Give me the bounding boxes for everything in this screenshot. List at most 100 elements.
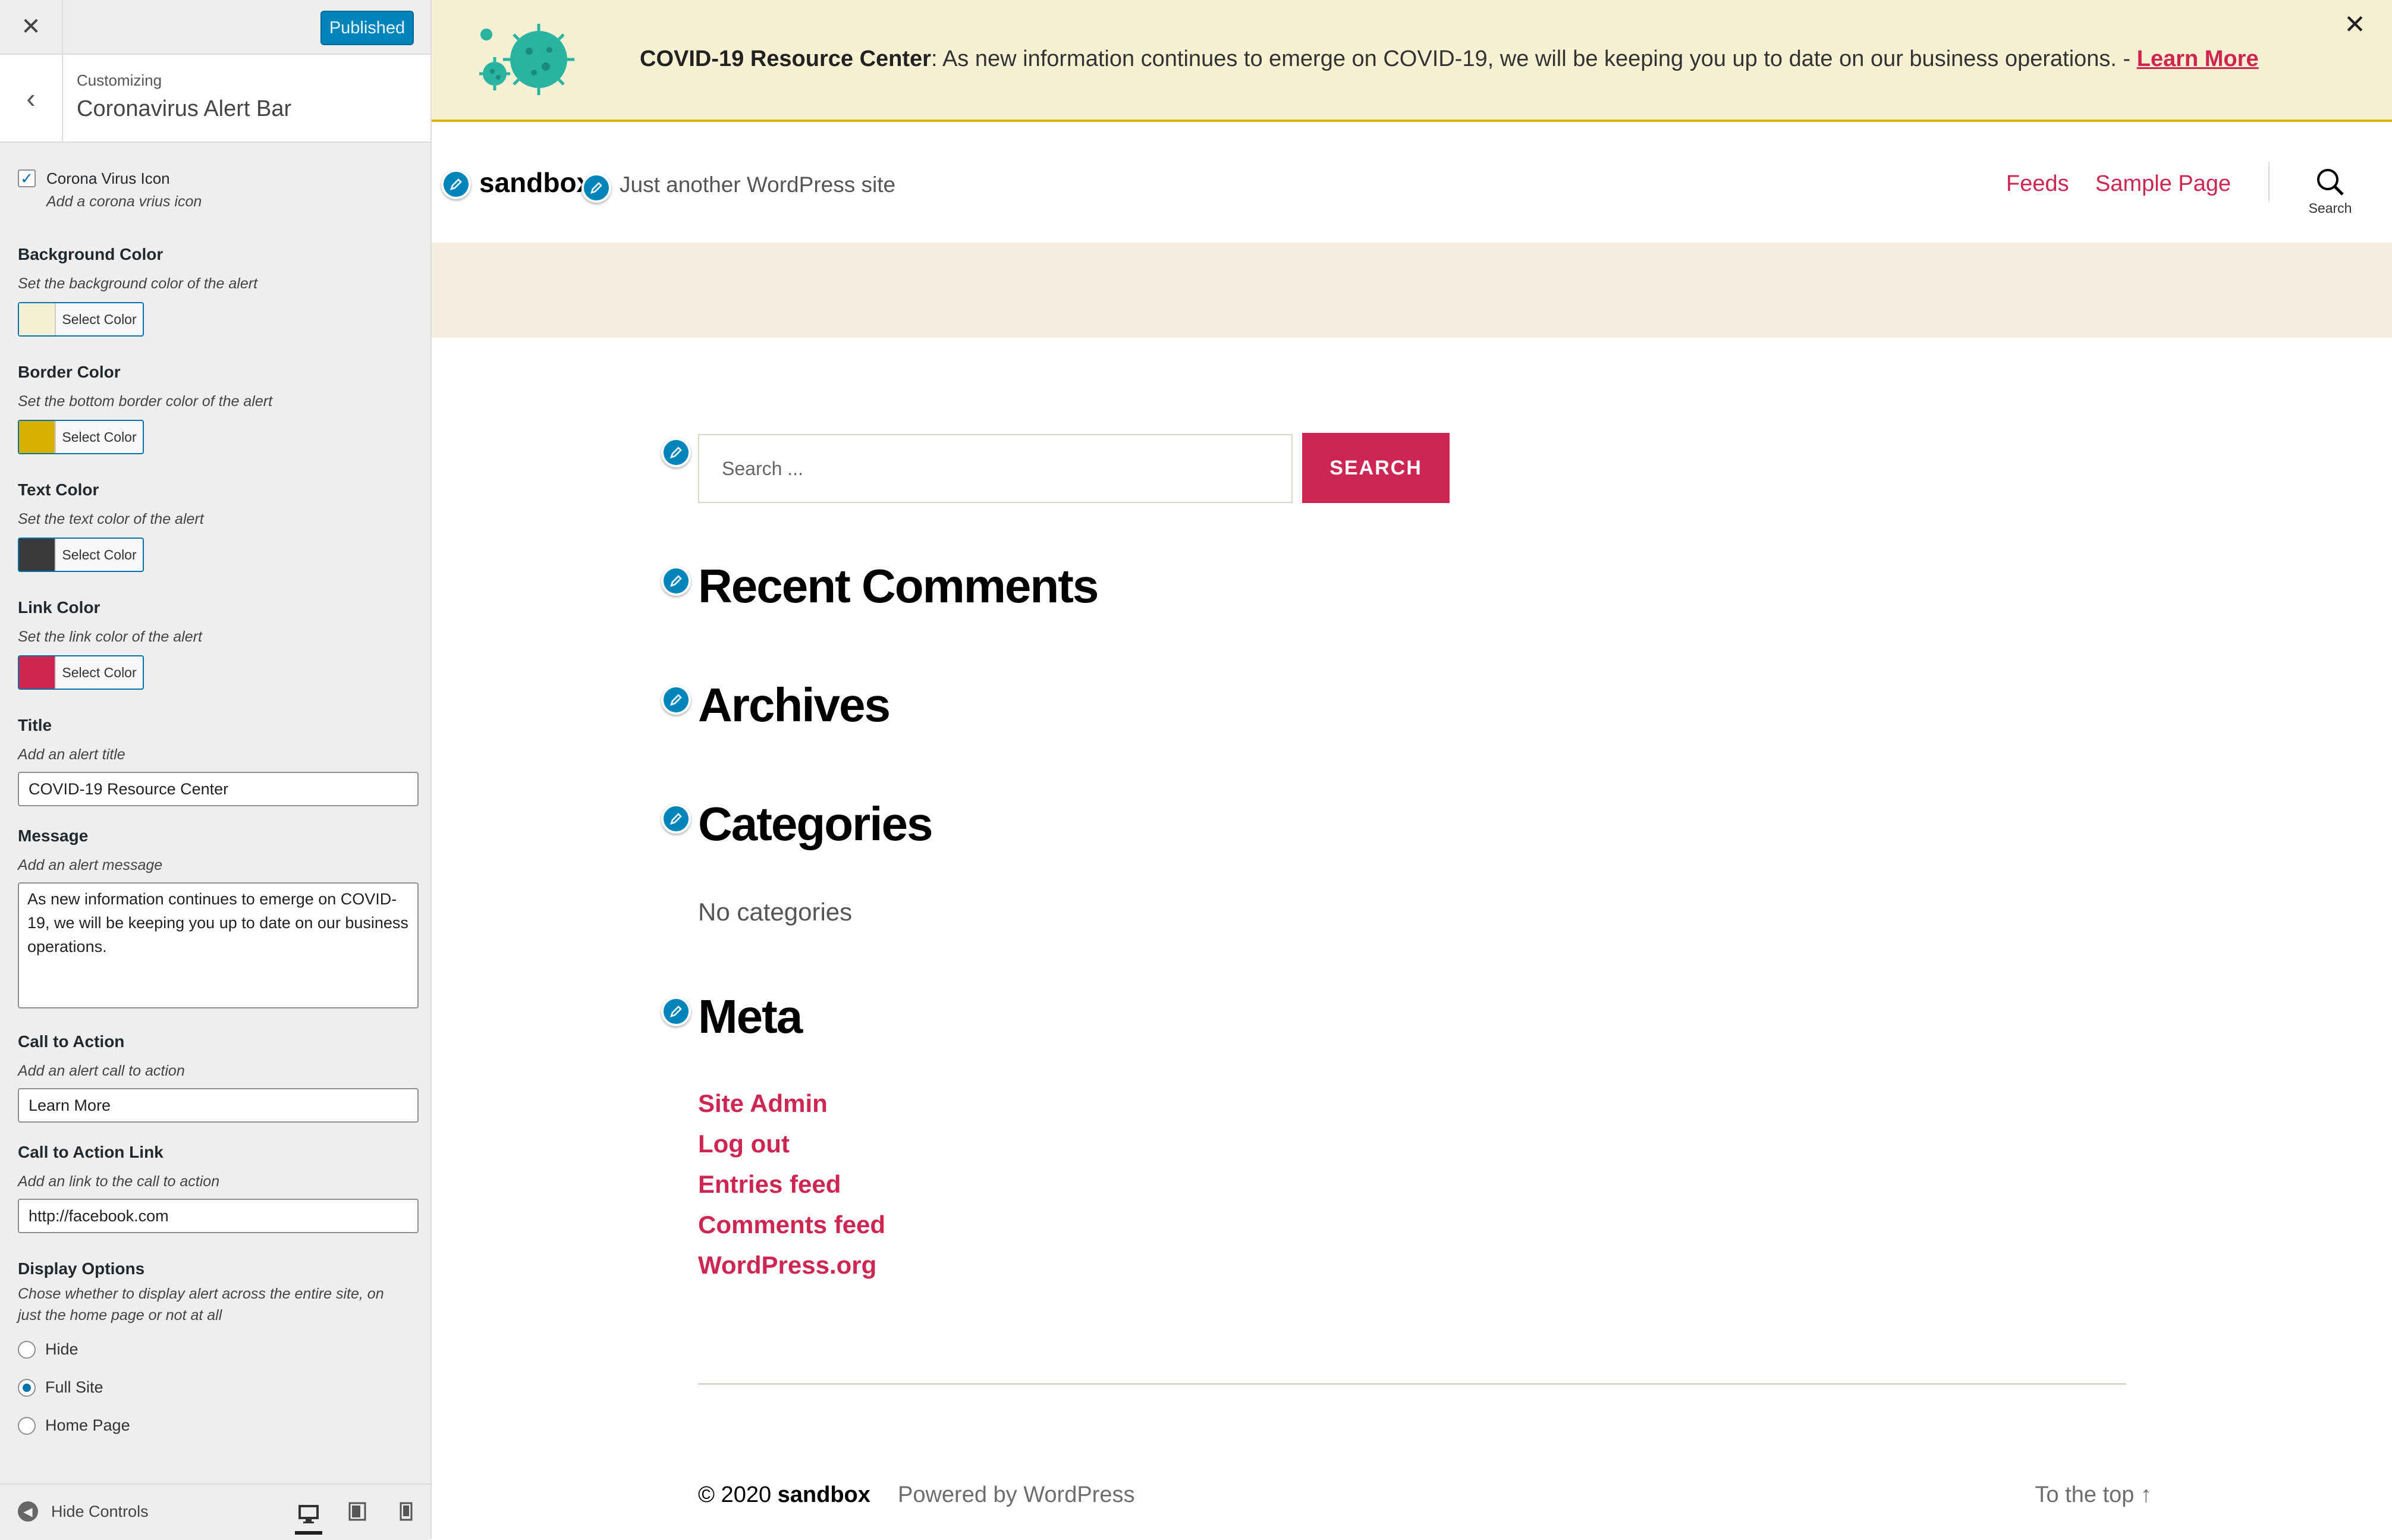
mobile-icon[interactable] — [392, 1498, 420, 1525]
nav-item-feeds[interactable]: Feeds — [2006, 171, 2069, 197]
checkbox-description: Add a corona vrius icon — [46, 193, 202, 210]
widget-title-recent-comments: Recent Comments — [698, 560, 1099, 612]
edit-shortcut-icon[interactable] — [661, 685, 691, 715]
radio-button[interactable] — [18, 1340, 36, 1359]
cta-label: Call to Action — [18, 1032, 125, 1051]
checkbox-label: Corona Virus Icon — [46, 169, 170, 187]
link-color-label: Link Color — [18, 598, 100, 617]
radio-hide[interactable]: Hide — [18, 1340, 78, 1359]
meta-link-log-out[interactable]: Log out — [698, 1130, 790, 1158]
close-icon[interactable]: ✕ — [0, 0, 63, 54]
covid-alert-bar: COVID-19 Resource Center: As new informa… — [432, 0, 2392, 122]
alert-text: COVID-19 Resource Center: As new informa… — [640, 46, 2259, 72]
border-color-desc: Set the bottom border color of the alert — [18, 393, 273, 410]
radio-button[interactable] — [18, 1416, 36, 1435]
nav-item-sample-page[interactable]: Sample Page — [2095, 171, 2231, 197]
header-band — [432, 243, 2392, 338]
site-preview: COVID-19 Resource Center: As new informa… — [432, 0, 2392, 1539]
text-color-label: Text Color — [18, 480, 99, 499]
powered-by-link[interactable]: Powered by WordPress — [898, 1482, 1134, 1508]
alert-cta-link[interactable]: Learn More — [2137, 46, 2259, 71]
site-title[interactable]: sandbox — [479, 166, 592, 199]
radio-label: Hide — [45, 1340, 78, 1358]
cta-desc: Add an alert call to action — [18, 1063, 185, 1079]
radio-button[interactable] — [18, 1378, 36, 1397]
link-color-desc: Set the link color of the alert — [18, 628, 202, 645]
hide-controls-button[interactable]: ◀ Hide Controls — [18, 1501, 149, 1522]
title-input[interactable] — [18, 772, 419, 806]
to-the-top-link[interactable]: To the top ↑ — [2035, 1482, 2152, 1508]
edit-shortcut-icon[interactable] — [661, 566, 691, 596]
radio-full-site[interactable]: Full Site — [18, 1378, 103, 1397]
tablet-icon[interactable] — [344, 1498, 371, 1525]
color-swatch — [19, 303, 56, 335]
back-icon[interactable]: ‹ — [0, 55, 63, 142]
message-textarea[interactable]: As new information continues to emerge o… — [18, 882, 419, 1008]
collapse-icon: ◀ — [18, 1501, 38, 1522]
radio-home-page[interactable]: Home Page — [18, 1416, 130, 1435]
edit-shortcut-icon[interactable] — [661, 804, 691, 834]
edit-shortcut-icon[interactable] — [661, 438, 691, 467]
cta-input[interactable] — [18, 1088, 419, 1123]
color-button-label: Select Color — [62, 311, 137, 327]
edit-shortcut-icon[interactable] — [582, 173, 611, 203]
customizer-footer: ◀ Hide Controls — [0, 1484, 430, 1540]
widget-area: Search ... SEARCH Recent Comments Archiv… — [432, 338, 2392, 1539]
text-color-desc: Set the text color of the alert — [18, 511, 204, 527]
site-tagline: Just another WordPress site — [620, 172, 896, 197]
bg-color-desc: Set the background color of the alert — [18, 275, 258, 292]
cta-link-input[interactable] — [18, 1199, 419, 1233]
edit-shortcut-icon[interactable] — [441, 169, 471, 199]
meta-link-comments-feed[interactable]: Comments feed — [698, 1211, 885, 1239]
site-header: sandbox Just another WordPress site Feed… — [432, 122, 2392, 243]
search-input[interactable]: Search ... — [698, 434, 1293, 503]
link-color-button[interactable]: Select Color — [18, 655, 144, 690]
customizer-header-bar: ✕ Published — [0, 0, 430, 55]
categories-empty-text: No categories — [698, 898, 853, 926]
search-button[interactable]: SEARCH — [1302, 433, 1450, 503]
publish-button[interactable]: Published — [320, 11, 414, 45]
radio-label: Home Page — [45, 1416, 130, 1434]
bg-color-button[interactable]: Select Color — [18, 302, 144, 337]
border-color-label: Border Color — [18, 363, 121, 381]
virus-icon — [479, 24, 574, 95]
color-button-label: Select Color — [62, 546, 137, 562]
border-color-button[interactable]: Select Color — [18, 420, 144, 454]
desktop-icon[interactable] — [295, 1498, 322, 1535]
search-toggle[interactable]: Search — [2297, 167, 2363, 216]
edit-shortcut-icon[interactable] — [661, 997, 691, 1026]
footer-divider — [698, 1383, 2126, 1385]
color-swatch — [19, 656, 56, 689]
close-icon[interactable]: ✕ — [2344, 10, 2366, 40]
widget-title-meta: Meta — [698, 990, 803, 1043]
breadcrumb: Customizing — [77, 71, 162, 89]
alert-message: : As new information continues to emerge… — [931, 46, 2137, 71]
meta-link-site-admin[interactable]: Site Admin — [698, 1089, 828, 1118]
color-button-label: Select Color — [62, 664, 137, 680]
corona-icon-checkbox[interactable]: ✓ — [18, 169, 36, 187]
alert-title: COVID-19 Resource Center — [640, 46, 931, 71]
meta-link-entries-feed[interactable]: Entries feed — [698, 1170, 841, 1199]
message-desc: Add an alert message — [18, 857, 163, 873]
message-label: Message — [18, 826, 89, 845]
text-color-button[interactable]: Select Color — [18, 538, 144, 572]
widget-title-archives: Archives — [698, 678, 891, 731]
search-icon — [2317, 169, 2344, 196]
section-title: Coronavirus Alert Bar — [77, 96, 292, 121]
radio-label: Full Site — [45, 1378, 103, 1396]
search-toggle-label: Search — [2308, 200, 2352, 216]
meta-link-wordpress-org[interactable]: WordPress.org — [698, 1251, 876, 1280]
bg-color-label: Background Color — [18, 245, 164, 263]
hide-controls-label: Hide Controls — [51, 1502, 149, 1520]
customizer-sidebar: ✕ Published ‹ Customizing Coronavirus Al… — [0, 0, 432, 1540]
title-desc: Add an alert title — [18, 746, 125, 763]
cta-link-label: Call to Action Link — [18, 1143, 164, 1161]
footer-site-link[interactable]: sandbox — [778, 1482, 870, 1507]
nav-divider — [2268, 162, 2270, 202]
color-button-label: Select Color — [62, 429, 137, 445]
cta-link-desc: Add an link to the call to action — [18, 1173, 220, 1190]
widget-title-categories: Categories — [698, 797, 933, 850]
color-swatch — [19, 539, 56, 571]
title-label: Title — [18, 716, 52, 734]
copyright-text: © 2020 — [698, 1482, 772, 1507]
